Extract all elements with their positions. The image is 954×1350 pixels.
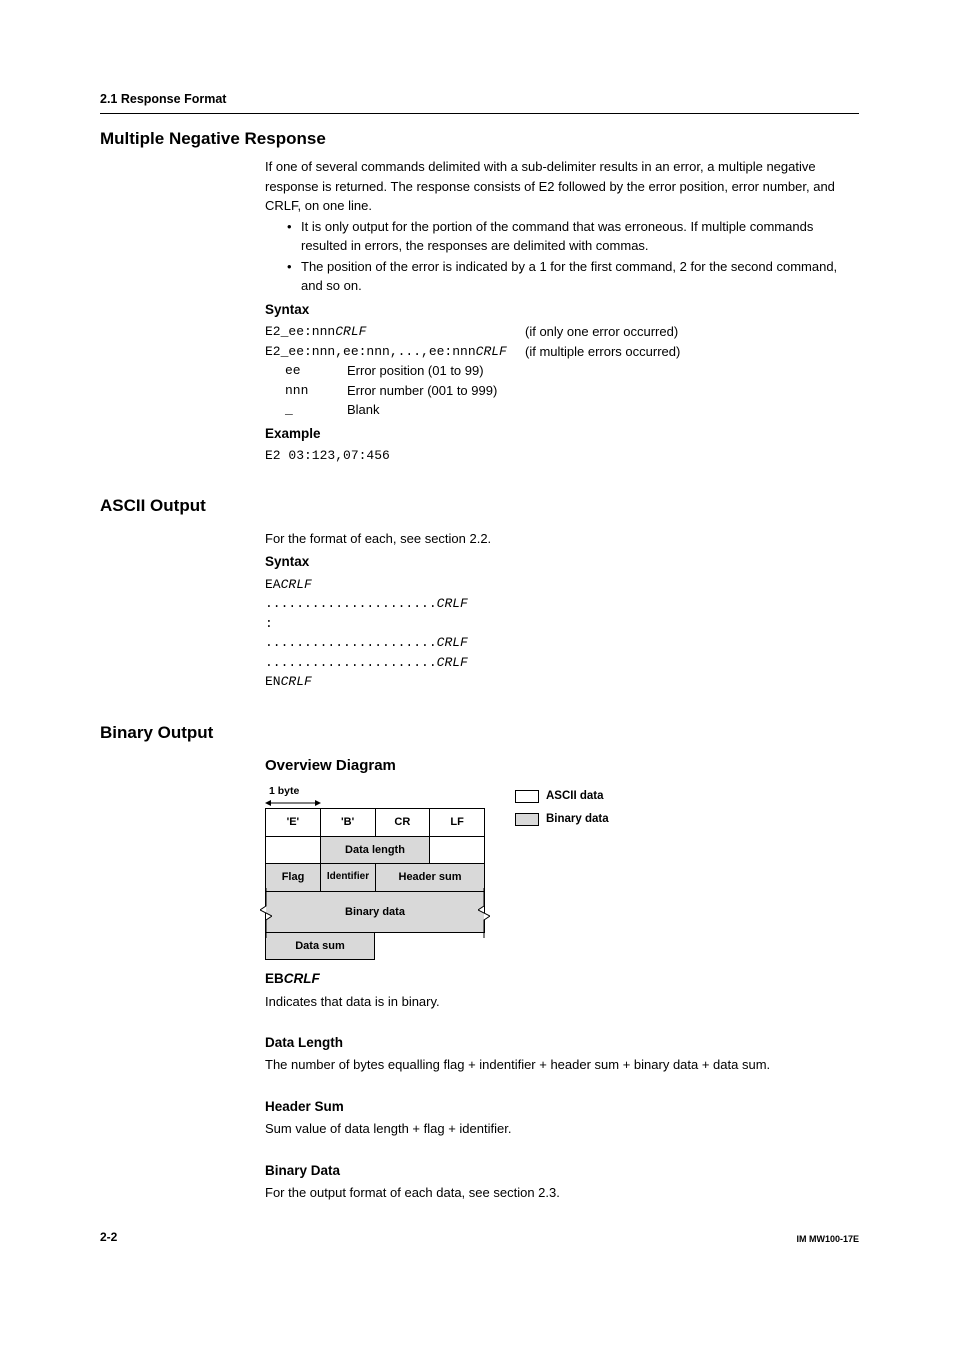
note: (if only one error occurred) [525, 322, 678, 342]
example-code: E2 03:123,07:456 [265, 446, 859, 466]
header-sum-heading: Header Sum [265, 1097, 859, 1117]
swatch-binary [515, 813, 539, 826]
def-row: _ Blank [285, 400, 859, 420]
syntax-heading: Syntax [265, 552, 859, 572]
cell-data-sum: Data sum [266, 933, 374, 960]
cell-data-length: Data length [321, 837, 430, 864]
binary-data-heading: Binary Data [265, 1161, 859, 1181]
crlf: CRLF [335, 324, 366, 339]
ebcrlf-text: Indicates that data is in binary. [265, 992, 859, 1012]
def-row: nnn Error number (001 to 999) [285, 381, 859, 401]
def: Error position (01 to 99) [347, 361, 484, 381]
code-line: ENCRLF [265, 672, 859, 692]
code: E2_ee:nnn [265, 324, 335, 339]
def: Blank [347, 400, 380, 420]
bullet: It is only output for the portion of the… [287, 217, 859, 256]
code-line: ......................CRLF [265, 633, 859, 653]
cell-cr: CR [376, 809, 431, 836]
code-line: ......................CRLF [265, 653, 859, 673]
binary-diagram: 1 byte 'E' 'B' CR LF Data length F [265, 784, 485, 960]
header-sum-text: Sum value of data length + flag + identi… [265, 1119, 859, 1139]
term: nnn [285, 381, 347, 401]
def-row: ee Error position (01 to 99) [285, 361, 859, 381]
crlf: CRLF [476, 344, 507, 359]
doc-id: IM MW100-17E [796, 1233, 859, 1247]
overview-heading: Overview Diagram [265, 755, 859, 778]
heading-mnr: Multiple Negative Response [100, 126, 859, 152]
legend: ASCII data Binary data [515, 788, 609, 835]
code-line: : [265, 614, 859, 634]
example-heading: Example [265, 424, 859, 444]
cell-e: 'E' [266, 809, 321, 836]
legend-label: ASCII data [546, 788, 604, 805]
data-length-text: The number of bytes equalling flag + ind… [265, 1055, 859, 1075]
cell-binary-data: Binary data [265, 891, 485, 933]
cell-identifier: Identifier [321, 864, 376, 891]
cell-b: 'B' [321, 809, 376, 836]
code-line: EACRLF [265, 575, 859, 595]
heading-binary-output: Binary Output [100, 720, 859, 746]
mnr-bullets: It is only output for the portion of the… [287, 217, 859, 296]
swatch-ascii [515, 790, 539, 803]
section-header: 2.1 Response Format [100, 90, 859, 109]
mnr-intro: If one of several commands delimited wit… [265, 157, 859, 216]
cell-flag: Flag [266, 864, 321, 891]
byte-label: 1 byte [265, 784, 485, 800]
bullet: The position of the error is indicated b… [287, 257, 859, 296]
syntax-heading: Syntax [265, 300, 859, 320]
ebcrlf-heading: EBCRLF [265, 969, 859, 989]
legend-label: Binary data [546, 811, 609, 828]
term: _ [285, 400, 347, 420]
rule [100, 113, 859, 114]
heading-ascii-output: ASCII Output [100, 493, 859, 519]
def: Error number (001 to 999) [347, 381, 497, 401]
syntax-line: E2_ee:nnnCRLF (if only one error occurre… [265, 322, 859, 342]
term: ee [285, 361, 347, 381]
note: (if multiple errors occurred) [525, 342, 680, 362]
cell-header-sum: Header sum [376, 864, 484, 891]
binary-data-text: For the output format of each data, see … [265, 1183, 859, 1203]
code-line: ......................CRLF [265, 594, 859, 614]
data-length-heading: Data Length [265, 1033, 859, 1053]
code: E2_ee:nnn,ee:nnn,...,ee:nnn [265, 344, 476, 359]
ascii-intro: For the format of each, see section 2.2. [265, 529, 859, 549]
page-number: 2-2 [100, 1228, 117, 1246]
cell-lf: LF [430, 809, 484, 836]
syntax-line: E2_ee:nnn,ee:nnn,...,ee:nnnCRLF (if mult… [265, 342, 859, 362]
